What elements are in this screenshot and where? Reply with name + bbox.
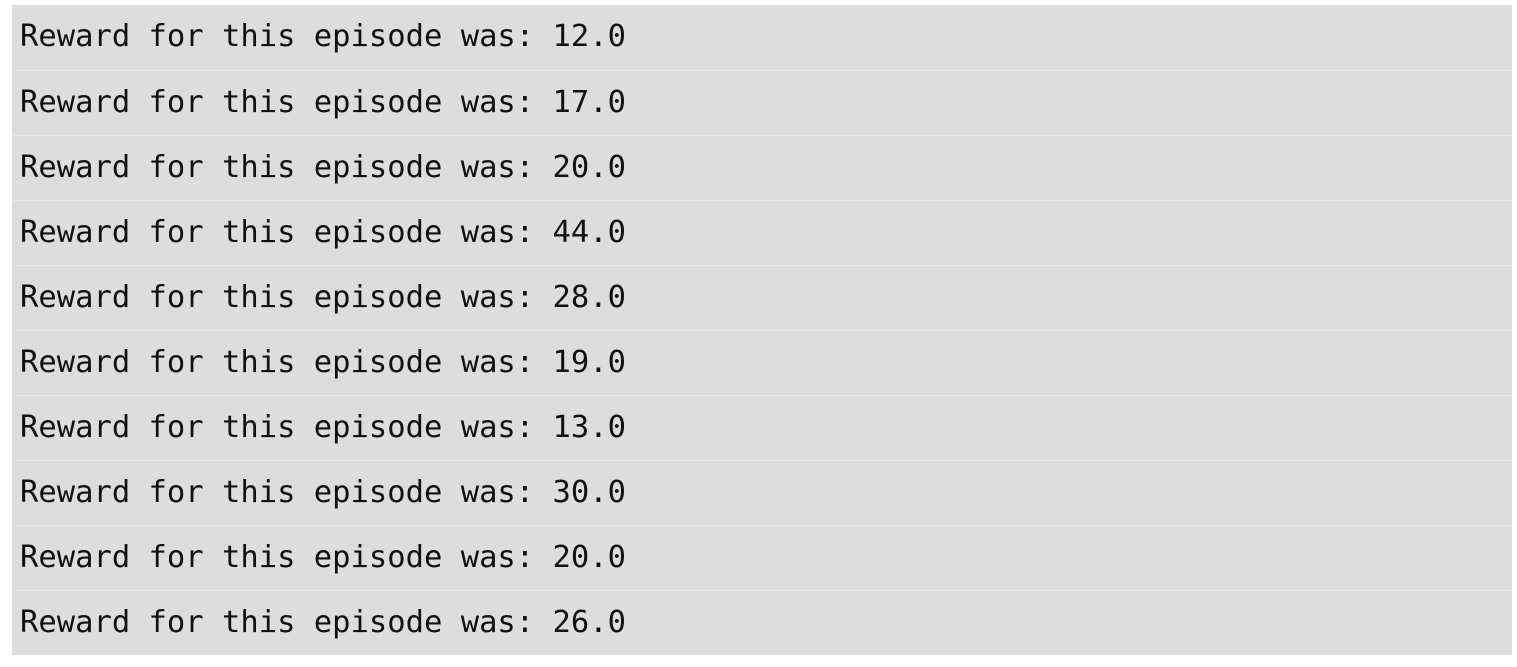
- log-line: Reward for this episode was: 30.0: [12, 460, 1512, 525]
- console-output: Reward for this episode was: 12.0 Reward…: [12, 5, 1512, 655]
- log-line: Reward for this episode was: 17.0: [12, 70, 1512, 135]
- log-line: Reward for this episode was: 20.0: [12, 525, 1512, 590]
- log-line: Reward for this episode was: 44.0: [12, 200, 1512, 265]
- log-line: Reward for this episode was: 19.0: [12, 330, 1512, 395]
- log-line: Reward for this episode was: 26.0: [12, 590, 1512, 655]
- log-line: Reward for this episode was: 20.0: [12, 135, 1512, 200]
- log-line: Reward for this episode was: 13.0: [12, 395, 1512, 460]
- log-line: Reward for this episode was: 12.0: [20, 19, 626, 54]
- log-line: Reward for this episode was: 28.0: [12, 265, 1512, 330]
